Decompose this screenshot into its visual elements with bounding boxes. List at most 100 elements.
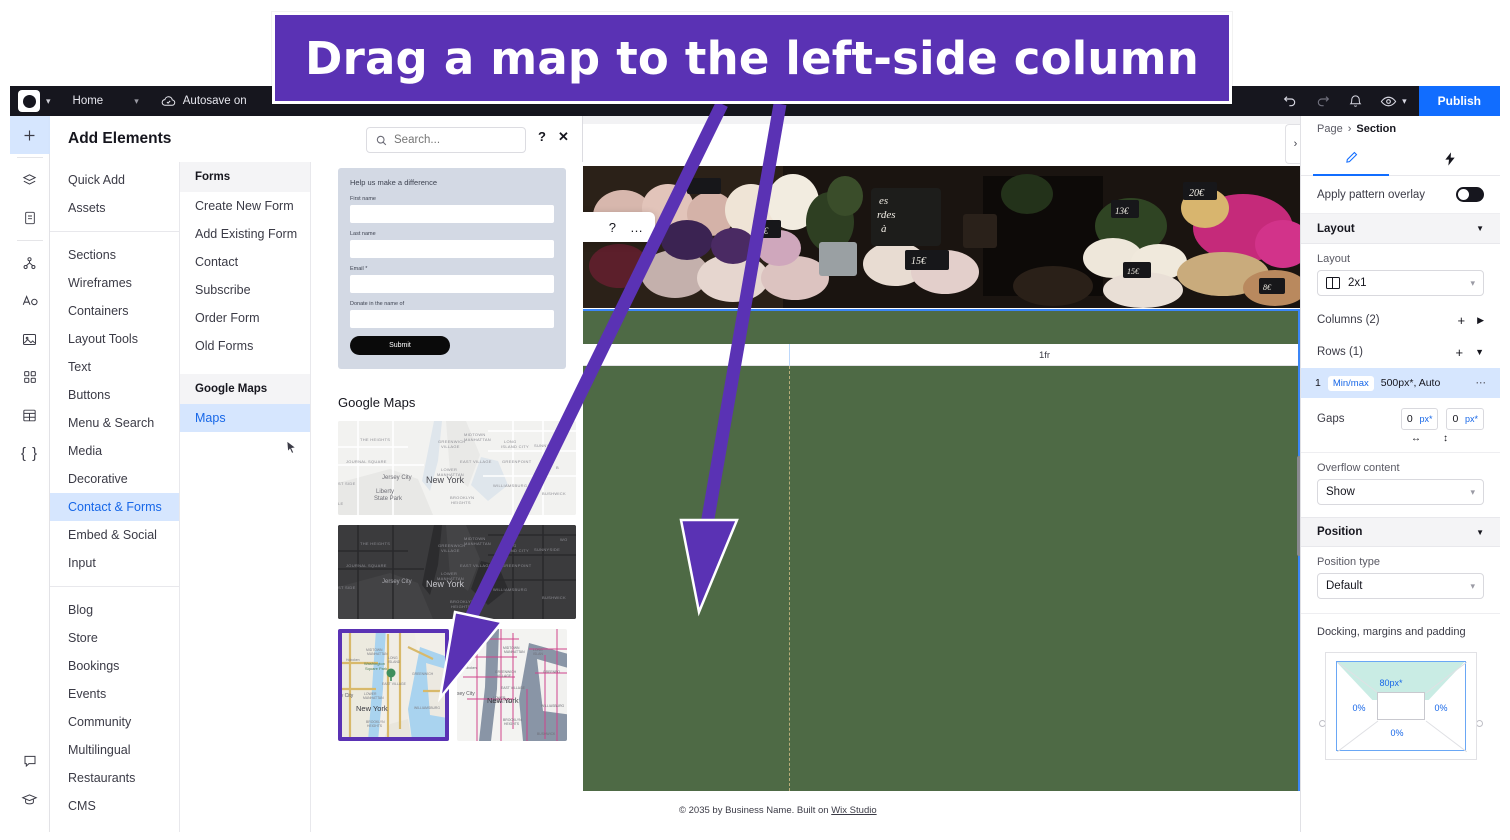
sidebar-item-bookings[interactable]: Bookings: [50, 652, 179, 680]
first-name-field[interactable]: [350, 205, 554, 223]
rail-add-elements[interactable]: [10, 116, 50, 154]
row-entry-1[interactable]: 1 Min/max 500px*, Auto ⋯: [1301, 368, 1500, 398]
wix-studio-link[interactable]: Wix Studio: [831, 805, 876, 816]
donate-name-field[interactable]: [350, 310, 554, 328]
map-color-thumbnail[interactable]: Hoboken MIDTOWN MANHATTAN LONG ISLAND EAST…: [338, 629, 449, 741]
breadcrumb-parent[interactable]: Page: [1317, 123, 1343, 135]
sub-item-contact[interactable]: Contact: [180, 248, 310, 276]
overflow-select[interactable]: Show ▾: [1317, 479, 1484, 505]
sidebar-item-restaurants[interactable]: Restaurants: [50, 764, 179, 792]
email-field[interactable]: [350, 275, 554, 293]
sidebar-item-sections[interactable]: Sections: [50, 241, 179, 269]
last-name-field[interactable]: [350, 240, 554, 258]
sidebar-item-wireframes[interactable]: Wireframes: [50, 269, 179, 297]
position-section-header[interactable]: Position ▼: [1301, 517, 1500, 547]
rail-site-styles[interactable]: [10, 282, 50, 320]
undo-icon[interactable]: [1282, 93, 1298, 109]
sidebar-item-buttons[interactable]: Buttons: [50, 381, 179, 409]
sidebar-item-embed-social[interactable]: Embed & Social: [50, 521, 179, 549]
sidebar-item-input[interactable]: Input: [50, 549, 179, 577]
bell-icon[interactable]: [1348, 94, 1363, 109]
sidebar-item-containers[interactable]: Containers: [50, 297, 179, 325]
chevron-down-icon[interactable]: ▾: [1470, 487, 1475, 498]
sidebar-item-media[interactable]: Media: [50, 437, 179, 465]
search-box[interactable]: [366, 127, 526, 153]
map-dark-thumbnail[interactable]: THE HEIGHTS JOURNAL SQUARE ST SIDE GREEN…: [338, 525, 576, 619]
logo-chevron-down-icon[interactable]: ▾: [46, 96, 51, 107]
chevron-down-icon[interactable]: ▾: [1470, 278, 1475, 289]
sub-item-old-forms[interactable]: Old Forms: [180, 332, 310, 360]
sidebar-item-community[interactable]: Community: [50, 708, 179, 736]
sidebar-item-assets[interactable]: Assets: [50, 194, 179, 222]
map-transit-thumbnail[interactable]: ATS Hoboken MIDTOWN MANHATTAN LONG ISLAN G…: [456, 629, 567, 741]
gap-horizontal-input[interactable]: 0 px*: [1400, 408, 1439, 430]
layout-section-header[interactable]: Layout ▼: [1301, 214, 1500, 244]
rows-chevron-down-icon[interactable]: ▼: [1475, 347, 1484, 357]
dock-left-value[interactable]: 0%: [1353, 703, 1366, 713]
map-light-thumbnail[interactable]: THE HEIGHTS JOURNAL SQUARE ST SIDE LE GR…: [338, 421, 576, 515]
sub-item-add-existing-form[interactable]: Add Existing Form: [180, 220, 310, 248]
tab-design[interactable]: [1301, 142, 1401, 176]
sidebar-item-multilingual[interactable]: Multilingual: [50, 736, 179, 764]
chevron-down-icon[interactable]: ▾: [1470, 581, 1475, 592]
home-chevron-down-icon[interactable]: ▾: [134, 96, 139, 107]
close-icon[interactable]: ✕: [558, 129, 569, 145]
redo-icon[interactable]: [1315, 93, 1331, 109]
sidebar-item-decorative[interactable]: Decorative: [50, 465, 179, 493]
sidebar-item-store[interactable]: Store: [50, 624, 179, 652]
sidebar-item-cms[interactable]: CMS: [50, 792, 179, 820]
rail-apps[interactable]: [10, 358, 50, 396]
dock-top-value[interactable]: 80px*: [1380, 678, 1403, 688]
more-options-icon[interactable]: …: [630, 220, 643, 235]
rail-chat[interactable]: [10, 742, 50, 780]
element-floating-toolbar[interactable]: ? …: [583, 212, 655, 242]
tab-interactions[interactable]: [1401, 142, 1501, 175]
row-ellipsis-icon[interactable]: ⋯: [1476, 377, 1487, 389]
rail-site-pages[interactable]: [10, 199, 50, 237]
dock-handle-right[interactable]: [1476, 720, 1483, 727]
sidebar-item-contact-and-forms[interactable]: Contact & Forms: [50, 493, 179, 521]
columns-chevron-right-icon[interactable]: ▶: [1477, 315, 1484, 326]
eye-icon[interactable]: [1380, 93, 1397, 110]
pattern-overlay-toggle[interactable]: [1456, 187, 1484, 202]
help-button[interactable]: ?: [538, 129, 546, 144]
sub-item-maps[interactable]: Maps: [180, 404, 310, 432]
pattern-overlay-row[interactable]: Apply pattern overlay: [1301, 176, 1500, 214]
preview-chevron-down-icon[interactable]: ▾: [1402, 96, 1407, 107]
docking-box[interactable]: 80px* 0% 0% 0%: [1324, 652, 1477, 760]
add-row-button[interactable]: +: [1455, 345, 1463, 360]
gap-vertical-input[interactable]: 0 px*: [1446, 408, 1485, 430]
sidebar-item-text[interactable]: Text: [50, 353, 179, 381]
sidebar-item-quick-add[interactable]: Quick Add: [50, 166, 179, 194]
sidebar-item-layout-tools[interactable]: Layout Tools: [50, 325, 179, 353]
sub-item-subscribe[interactable]: Subscribe: [180, 276, 310, 304]
add-column-button[interactable]: +: [1457, 313, 1465, 328]
dock-right-value[interactable]: 0%: [1435, 703, 1448, 713]
chevron-down-icon[interactable]: ▼: [1476, 528, 1484, 537]
sidebar-item-events[interactable]: Events: [50, 680, 179, 708]
rail-pages-and-menu[interactable]: [10, 161, 50, 199]
search-input[interactable]: [394, 134, 504, 146]
rail-dev-mode[interactable]: { }: [10, 434, 50, 472]
sub-item-create-new-form[interactable]: Create New Form: [180, 192, 310, 220]
site-canvas[interactable]: es rdes à 15€ 6€ 20€ 13€ 15€ 8€ 1fr © 20…: [583, 116, 1300, 832]
preview-button[interactable]: ▾: [1380, 93, 1407, 110]
dock-bottom-value[interactable]: 0%: [1391, 728, 1404, 738]
rail-learn[interactable]: [10, 780, 50, 818]
help-icon[interactable]: ?: [609, 220, 616, 235]
menu-home[interactable]: Home ▾: [73, 95, 139, 107]
rail-media[interactable]: [10, 320, 50, 358]
hero-image[interactable]: es rdes à 15€ 6€ 20€ 13€ 15€ 8€: [583, 166, 1300, 308]
layout-select[interactable]: 2x1 ▾: [1317, 270, 1484, 296]
rail-cms[interactable]: [10, 396, 50, 434]
section-top-strip[interactable]: [583, 309, 1300, 344]
sidebar-item-menu-search[interactable]: Menu & Search: [50, 409, 179, 437]
sidebar-item-blog[interactable]: Blog: [50, 596, 179, 624]
row-minmax-badge[interactable]: Min/max: [1327, 375, 1374, 391]
position-type-select[interactable]: Default ▾: [1317, 573, 1484, 599]
chevron-down-icon[interactable]: ▼: [1476, 224, 1484, 233]
section-body[interactable]: [583, 366, 1300, 791]
rail-site-structure[interactable]: [10, 244, 50, 282]
publish-button[interactable]: Publish: [1418, 86, 1500, 116]
form-preview-card[interactable]: Help us make a difference First name Las…: [338, 168, 566, 369]
